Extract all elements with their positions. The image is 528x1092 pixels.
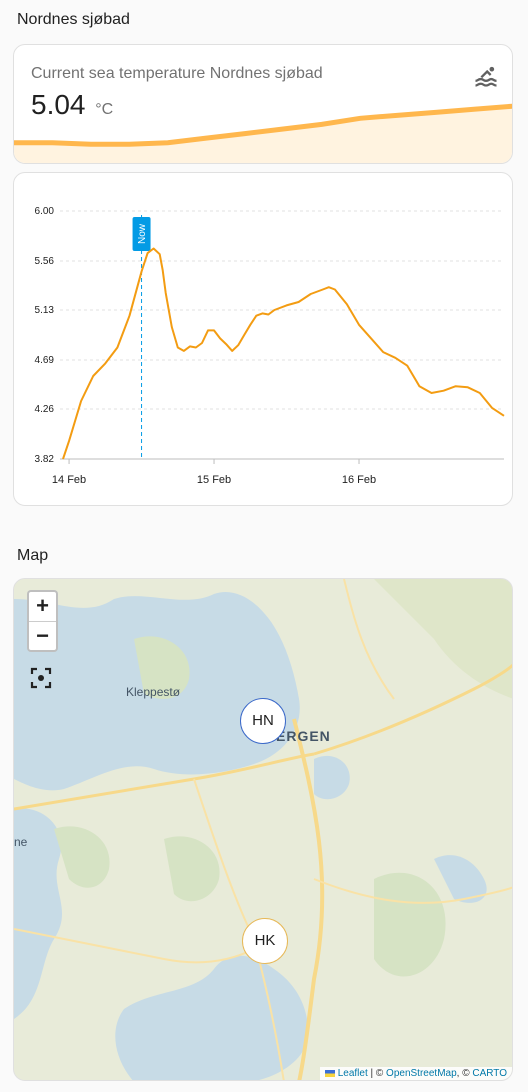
carto-link[interactable]: CARTO [472, 1068, 507, 1079]
attribution-sep: | © [367, 1068, 387, 1079]
map-place-label-bergen: ERGEN [276, 728, 331, 744]
openstreetmap-link[interactable]: OpenStreetMap [386, 1068, 457, 1079]
sea-temperature-card[interactable]: Current sea temperature Nordnes sjøbad 5… [13, 44, 513, 164]
x-tick-label: 16 Feb [342, 474, 376, 486]
map-card[interactable]: + − Kleppestø ERGEN ne HN HK Leaflet | ©… [13, 578, 513, 1081]
section-title-map: Map [17, 547, 49, 564]
fit-map-icon[interactable] [30, 667, 52, 689]
ukraine-flag-icon [324, 1070, 335, 1077]
map-place-label-west: ne [14, 835, 28, 849]
temperature-history-card[interactable]: 6.00 5.56 5.13 4.69 4.26 3.82 14 Feb 15 Feb 16 F… [13, 172, 513, 506]
leaflet-link[interactable]: Leaflet [338, 1068, 368, 1079]
zoom-out-button[interactable]: − [29, 621, 56, 650]
swim-icon [475, 66, 497, 87]
map-attribution: Leaflet | © OpenStreetMap, © CARTO [319, 1067, 512, 1080]
map-place-label-kleppesto: Kleppestø [126, 685, 181, 699]
x-tick-label: 14 Feb [52, 474, 86, 486]
map-marker-hn[interactable]: HN [240, 698, 286, 744]
now-marker-label: Now [137, 223, 148, 244]
attribution-comma: , © [456, 1068, 473, 1079]
x-tick-label: 15 Feb [197, 474, 231, 486]
y-tick-label: 4.69 [35, 355, 55, 366]
y-tick-label: 5.56 [35, 256, 55, 267]
zoom-control: + − [27, 590, 58, 652]
map-tiles[interactable] [14, 579, 513, 1081]
y-tick-label: 4.26 [35, 404, 55, 415]
y-tick-label: 3.82 [35, 454, 55, 465]
temperature-series-line[interactable] [62, 247, 505, 460]
temperature-chart[interactable]: 6.00 5.56 5.13 4.69 4.26 3.82 14 Feb 15 Feb 16 F… [14, 173, 513, 506]
sensor-name: Current sea temperature Nordnes sjøbad [31, 65, 323, 82]
map-marker-hk[interactable]: HK [242, 918, 288, 964]
sparkline-area [14, 106, 512, 163]
y-tick-label: 5.13 [35, 305, 55, 316]
sparkline-graph [14, 103, 512, 163]
zoom-in-button[interactable]: + [29, 592, 56, 621]
section-title-nordnes: Nordnes sjøbad [17, 11, 130, 28]
y-tick-label: 6.00 [35, 206, 55, 217]
